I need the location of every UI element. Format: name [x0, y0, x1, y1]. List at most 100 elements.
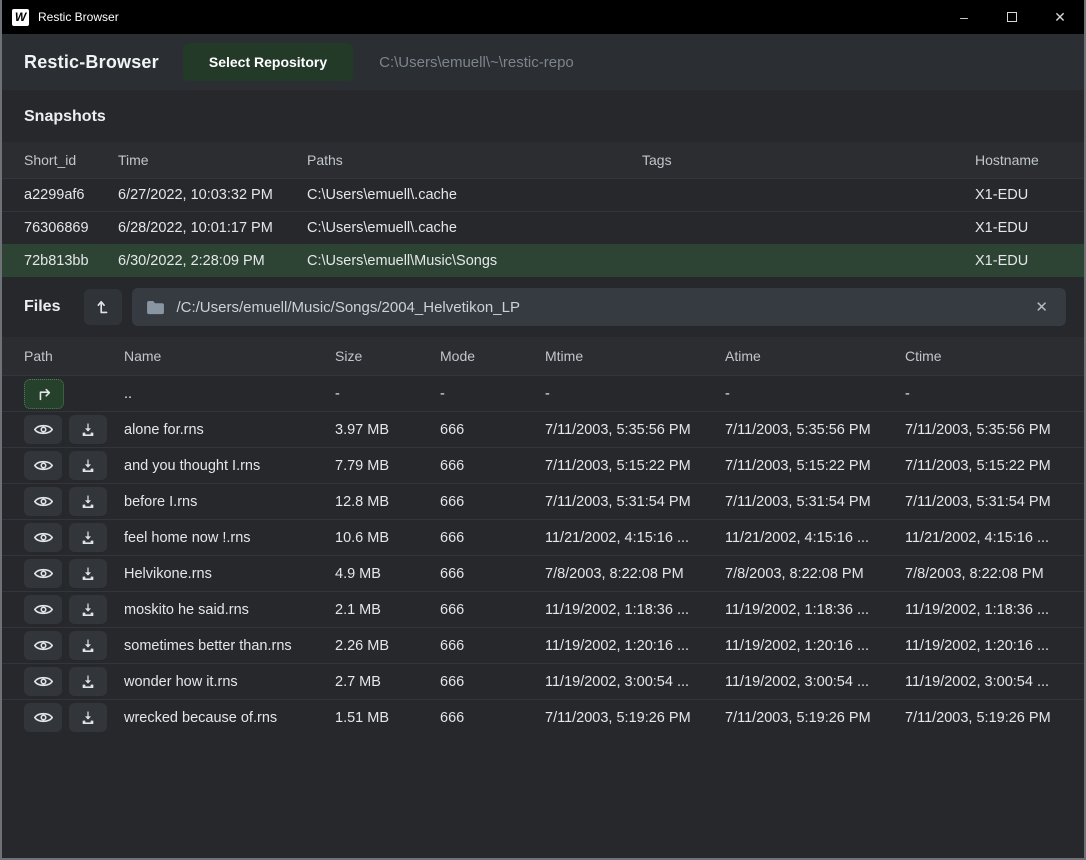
preview-eye-icon: [33, 458, 54, 473]
file-ctime: 11/19/2002, 1:18:36 ...: [905, 602, 1068, 618]
preview-file-button[interactable]: [24, 595, 62, 624]
file-name: sometimes better than.rns: [124, 638, 335, 654]
file-name: Helvikone.rns: [124, 566, 335, 582]
file-size: 2.7 MB: [335, 674, 440, 690]
file-size: 3.97 MB: [335, 422, 440, 438]
parent-directory-button[interactable]: [24, 379, 64, 409]
snapshot-short-id: 72b813bb: [24, 253, 118, 269]
preview-file-button[interactable]: [24, 415, 62, 444]
snapshots-section-title: Snapshots: [2, 90, 1084, 142]
file-ctime: -: [905, 386, 1068, 402]
file-name: moskito he said.rns: [124, 602, 335, 618]
titlebar: W Restic Browser – ✕: [2, 0, 1084, 34]
snapshot-row[interactable]: a2299af6 6/27/2022, 10:03:32 PM C:\Users…: [2, 178, 1084, 211]
download-icon: [80, 602, 96, 618]
file-row: Helvikone.rns4.9 MB6667/8/2003, 8:22:08 …: [2, 555, 1084, 591]
download-file-button[interactable]: [69, 523, 107, 552]
snapshot-row[interactable]: 76306869 6/28/2022, 10:01:17 PM C:\Users…: [2, 211, 1084, 244]
file-row: feel home now !.rns10.6 MB66611/21/2002,…: [2, 519, 1084, 555]
file-row: moskito he said.rns2.1 MB66611/19/2002, …: [2, 591, 1084, 627]
preview-file-button[interactable]: [24, 631, 62, 660]
close-button[interactable]: ✕: [1036, 0, 1084, 34]
file-mode: 666: [440, 494, 545, 510]
preview-eye-icon: [33, 566, 54, 581]
close-icon: ✕: [1054, 9, 1066, 26]
column-header-tags: Tags: [642, 152, 975, 168]
preview-file-button[interactable]: [24, 487, 62, 516]
download-icon: [80, 710, 96, 726]
preview-file-button[interactable]: [24, 559, 62, 588]
file-atime: -: [725, 386, 905, 402]
download-file-button[interactable]: [69, 631, 107, 660]
file-size: 4.9 MB: [335, 566, 440, 582]
minimize-button[interactable]: –: [940, 0, 988, 34]
maximize-button[interactable]: [988, 0, 1036, 34]
file-atime: 7/11/2003, 5:19:26 PM: [725, 710, 905, 726]
file-mtime: 11/21/2002, 4:15:16 ...: [545, 530, 725, 546]
preview-eye-icon: [33, 494, 54, 509]
file-mtime: 7/8/2003, 8:22:08 PM: [545, 566, 725, 582]
snapshot-time: 6/28/2022, 10:01:17 PM: [118, 220, 307, 236]
file-name: wonder how it.rns: [124, 674, 335, 690]
preview-eye-icon: [33, 530, 54, 545]
column-header-ctime: Ctime: [905, 348, 1068, 364]
preview-eye-icon: [33, 602, 54, 617]
current-path-field[interactable]: /C:/Users/emuell/Music/Songs/2004_Helvet…: [132, 288, 1066, 326]
file-atime: 7/8/2003, 8:22:08 PM: [725, 566, 905, 582]
snapshot-hostname: X1-EDU: [975, 187, 1068, 203]
file-name: feel home now !.rns: [124, 530, 335, 546]
enter-parent-directory-icon: [35, 386, 53, 402]
column-header-path: Path: [24, 348, 124, 364]
file-name: ..: [124, 386, 335, 402]
download-file-button[interactable]: [69, 451, 107, 480]
file-mtime: 7/11/2003, 5:19:26 PM: [545, 710, 725, 726]
current-path-text: /C:/Users/emuell/Music/Songs/2004_Helvet…: [176, 299, 1031, 316]
snapshot-short-id: a2299af6: [24, 187, 118, 203]
go-up-directory-button[interactable]: [84, 289, 122, 325]
download-file-button[interactable]: [69, 595, 107, 624]
download-file-button[interactable]: [69, 415, 107, 444]
preview-file-button[interactable]: [24, 451, 62, 480]
repository-path-input[interactable]: C:\Users\emuell\~\restic-repo: [379, 54, 1062, 71]
file-ctime: 11/21/2002, 4:15:16 ...: [905, 530, 1068, 546]
snapshot-row-selected[interactable]: 72b813bb 6/30/2022, 2:28:09 PM C:\Users\…: [2, 244, 1084, 277]
file-row: and you thought I.rns7.79 MB6667/11/2003…: [2, 447, 1084, 483]
preview-file-button[interactable]: [24, 703, 62, 732]
file-name: wrecked because of.rns: [124, 710, 335, 726]
download-file-button[interactable]: [69, 703, 107, 732]
file-mode: 666: [440, 422, 545, 438]
files-section-title: Files: [24, 298, 60, 316]
up-directory-icon: [94, 298, 112, 316]
preview-file-button[interactable]: [24, 667, 62, 696]
file-mtime: 11/19/2002, 1:18:36 ...: [545, 602, 725, 618]
file-ctime: 7/11/2003, 5:19:26 PM: [905, 710, 1068, 726]
file-atime: 11/21/2002, 4:15:16 ...: [725, 530, 905, 546]
file-name: and you thought I.rns: [124, 458, 335, 474]
file-size: 7.79 MB: [335, 458, 440, 474]
preview-eye-icon: [33, 674, 54, 689]
download-file-button[interactable]: [69, 667, 107, 696]
download-file-button[interactable]: [69, 487, 107, 516]
download-file-button[interactable]: [69, 559, 107, 588]
download-icon: [80, 530, 96, 546]
file-mode: 666: [440, 710, 545, 726]
column-header-short-id: Short_id: [24, 152, 118, 168]
file-mtime: 7/11/2003, 5:35:56 PM: [545, 422, 725, 438]
app-header: Restic-Browser Select Repository C:\User…: [2, 34, 1084, 90]
download-icon: [80, 674, 96, 690]
file-row: sometimes better than.rns2.26 MB66611/19…: [2, 627, 1084, 663]
snapshot-paths: C:\Users\emuell\.cache: [307, 220, 642, 236]
download-icon: [80, 494, 96, 510]
column-header-hostname: Hostname: [975, 152, 1068, 168]
preview-file-button[interactable]: [24, 523, 62, 552]
file-ctime: 7/8/2003, 8:22:08 PM: [905, 566, 1068, 582]
file-row: wonder how it.rns2.7 MB66611/19/2002, 3:…: [2, 663, 1084, 699]
clear-path-button[interactable]: ✕: [1031, 296, 1052, 318]
file-size: 12.8 MB: [335, 494, 440, 510]
file-ctime: 11/19/2002, 3:00:54 ...: [905, 674, 1068, 690]
app-logo-icon: W: [12, 9, 29, 26]
select-repository-button[interactable]: Select Repository: [183, 43, 353, 81]
file-mode: 666: [440, 458, 545, 474]
file-mtime: -: [545, 386, 725, 402]
file-mtime: 7/11/2003, 5:31:54 PM: [545, 494, 725, 510]
